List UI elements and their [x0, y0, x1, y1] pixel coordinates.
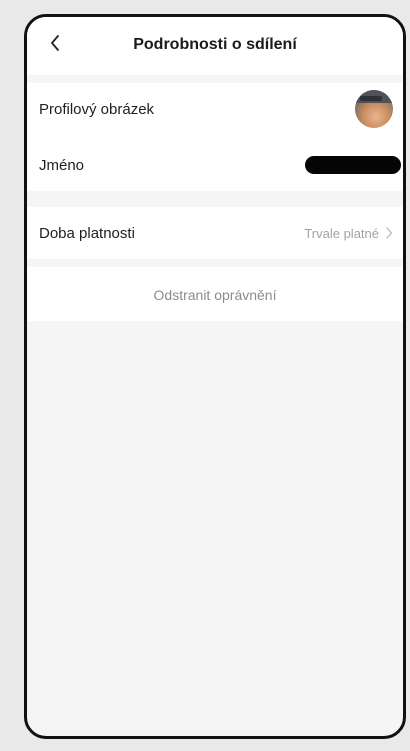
- name-row[interactable]: Jméno: [27, 139, 403, 191]
- name-label: Jméno: [39, 156, 85, 174]
- validity-label: Doba platnosti: [39, 224, 135, 242]
- chevron-right-icon: [385, 227, 393, 239]
- page-title: Podrobnosti o sdílení: [133, 36, 297, 53]
- remove-card: Odstranit oprávnění: [27, 267, 403, 321]
- header-bar: Podrobnosti o sdílení: [27, 17, 403, 75]
- profile-picture-label: Profilový obrázek: [39, 100, 155, 118]
- validity-value: Trvale platné: [304, 225, 379, 241]
- profile-card: Profilový obrázek Jméno: [27, 83, 403, 191]
- name-value-redacted: [305, 156, 401, 174]
- remove-permission-button[interactable]: Odstranit oprávnění: [27, 273, 403, 317]
- avatar: [355, 90, 393, 128]
- validity-card: Doba platnosti Trvale platné: [27, 207, 403, 259]
- profile-picture-row[interactable]: Profilový obrázek: [27, 83, 403, 135]
- validity-row[interactable]: Doba platnosti Trvale platné: [27, 207, 403, 259]
- phone-frame: Podrobnosti o sdílení Profilový obrázek: [24, 14, 406, 739]
